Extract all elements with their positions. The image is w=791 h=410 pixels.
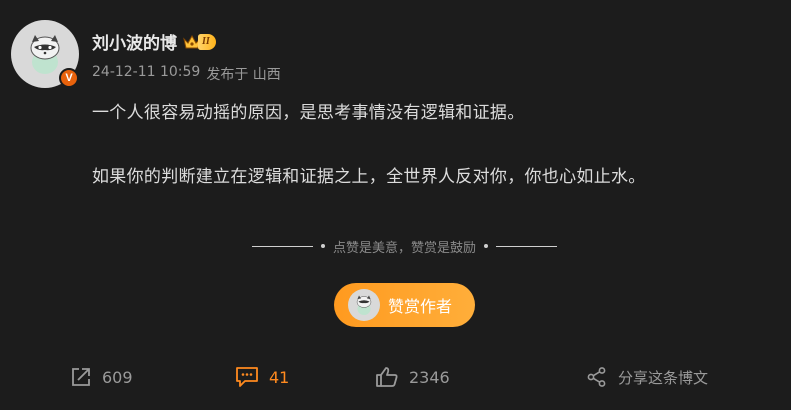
repost-count: 609 xyxy=(102,367,133,387)
username[interactable]: 刘小波的博 xyxy=(92,29,177,54)
share-button[interactable]: 分享这条博文 xyxy=(586,366,708,388)
divider-dot xyxy=(321,244,325,248)
reward-button-label: 赞赏作者 xyxy=(388,297,453,316)
divider-line xyxy=(252,245,313,247)
author-header: 刘小波的博 II xyxy=(92,29,216,54)
comment-icon xyxy=(236,367,258,387)
post-paragraph: 如果你的判断建立在逻辑和证据之上，全世界人反对你，你也心如止水。 xyxy=(92,167,646,187)
verified-icon: V xyxy=(59,68,79,88)
post-action-bar: 609 41 2346 分享这条博文 xyxy=(0,366,791,396)
share-icon xyxy=(587,367,606,387)
reward-divider-text: 点赞是美意，赞赏是鼓励 xyxy=(333,240,477,256)
author-avatar[interactable]: V xyxy=(11,20,79,88)
post-paragraph: 一个人很容易动摇的原因，是思考事情没有逻辑和证据。 xyxy=(92,103,525,123)
reward-avatar xyxy=(348,289,380,321)
share-label: 分享这条博文 xyxy=(618,368,709,387)
post-meta: 24-12-11 10:59 发布于 山西 xyxy=(92,64,281,84)
repost-icon xyxy=(72,368,90,386)
divider-dot xyxy=(484,244,489,248)
like-button[interactable]: 2346 xyxy=(375,366,450,388)
member-level-badge[interactable]: II xyxy=(183,33,216,50)
post-timestamp[interactable]: 24-12-11 10:59 xyxy=(92,64,200,84)
reward-divider: 点赞是美意，赞赏是鼓励 xyxy=(252,237,558,256)
comment-button[interactable]: 41 xyxy=(235,366,289,388)
member-level-label: II xyxy=(198,33,216,50)
post-source: 发布于 山西 xyxy=(206,67,281,83)
raccoon-avatar-icon xyxy=(30,35,60,74)
raccoon-avatar-icon xyxy=(356,295,372,315)
comment-count: 41 xyxy=(269,367,290,387)
divider-line xyxy=(496,245,558,247)
like-icon xyxy=(376,367,398,387)
repost-button[interactable]: 609 xyxy=(70,366,133,388)
reward-author-button[interactable]: 赞赏作者 xyxy=(334,283,475,327)
like-count: 2346 xyxy=(409,367,450,387)
